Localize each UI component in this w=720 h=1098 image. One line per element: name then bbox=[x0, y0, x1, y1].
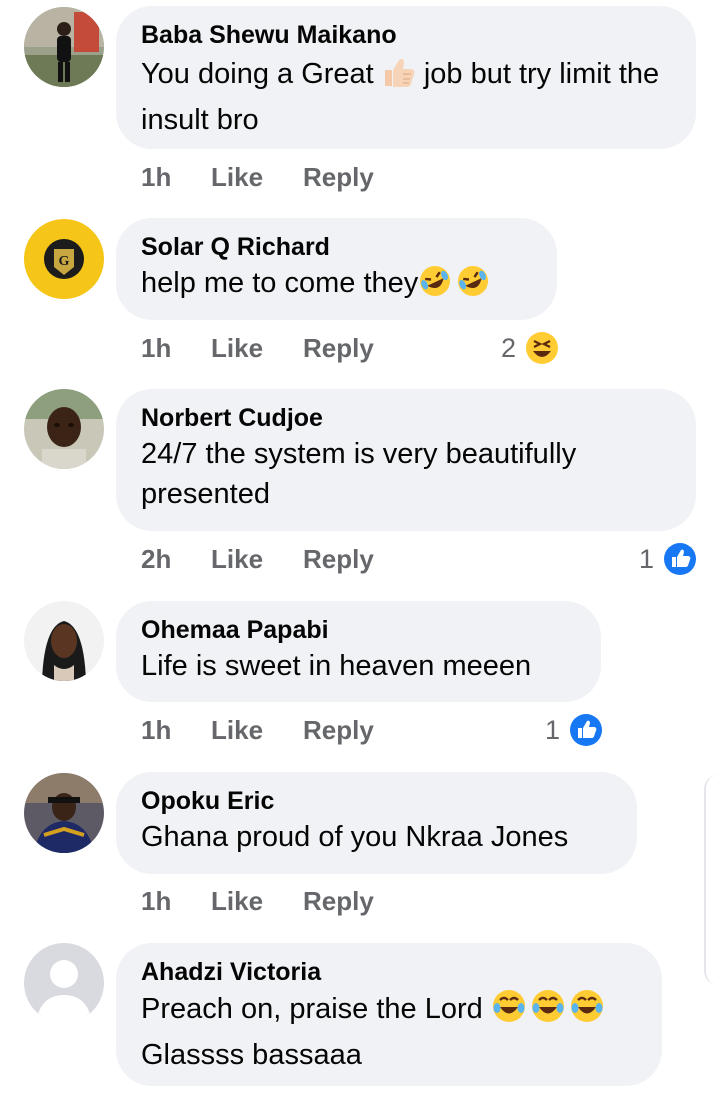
author-name[interactable]: Norbert Cudjoe bbox=[141, 403, 670, 433]
comment-bubble: Opoku Eric Ghana proud of you Nkraa Jone… bbox=[116, 772, 637, 874]
like-thumb-icon bbox=[569, 713, 603, 755]
reply-button[interactable]: Reply bbox=[303, 331, 374, 365]
reply-button[interactable]: Reply bbox=[303, 542, 374, 576]
comment-text: Life is sweet in heaven meeen bbox=[141, 650, 532, 682]
comment-bubble: Solar Q Richard help me to come they bbox=[116, 218, 557, 320]
like-button[interactable]: Like bbox=[211, 884, 263, 918]
avatar[interactable] bbox=[24, 601, 104, 681]
avatar[interactable]: G bbox=[24, 219, 104, 299]
like-thumb-icon bbox=[663, 542, 697, 584]
comment-bubble: Ahadzi Victoria Preach on, praise the Lo… bbox=[116, 943, 662, 1086]
reaction-count: 1 bbox=[545, 715, 561, 745]
like-button[interactable]: Like bbox=[211, 331, 263, 365]
reaction-summary[interactable]: 1 bbox=[545, 713, 607, 747]
rofl-emoji-icon bbox=[418, 264, 494, 309]
avatar[interactable] bbox=[24, 7, 104, 87]
reaction-count: 2 bbox=[501, 333, 517, 363]
comment-line: Preach on, praise the Lord bbox=[141, 988, 636, 1035]
timestamp[interactable]: 2h bbox=[141, 542, 171, 576]
comment-text: Preach on, praise the Lord Glassss bassa… bbox=[141, 988, 636, 1075]
reply-button[interactable]: Reply bbox=[303, 713, 374, 747]
comment-text: Ghana proud of you Nkraa Jones bbox=[141, 821, 569, 853]
avatar[interactable] bbox=[24, 773, 104, 853]
timestamp[interactable]: 1h bbox=[141, 331, 171, 365]
like-button[interactable]: Like bbox=[211, 160, 263, 194]
comment-text: help me to come they bbox=[141, 263, 531, 309]
laughing-squint-icon bbox=[525, 331, 559, 373]
thumbs-up-emoji-icon bbox=[382, 55, 416, 100]
comment-text: You doing a Great job but try limit the … bbox=[141, 54, 670, 140]
svg-text:G: G bbox=[59, 254, 70, 269]
comment-line: Glassss bassaaa bbox=[141, 1039, 362, 1071]
side-panel-edge bbox=[704, 775, 720, 985]
timestamp[interactable]: 1h bbox=[141, 884, 171, 918]
reply-button[interactable]: Reply bbox=[303, 160, 374, 194]
reaction-summary[interactable]: 2 bbox=[501, 331, 561, 365]
reply-button[interactable]: Reply bbox=[303, 884, 374, 918]
author-name[interactable]: Baba Shewu Maikano bbox=[141, 20, 670, 50]
author-name[interactable]: Solar Q Richard bbox=[141, 232, 531, 262]
reaction-summary[interactable]: 1 bbox=[639, 542, 701, 576]
comment-bubble: Norbert Cudjoe 24/7 the system is very b… bbox=[116, 389, 696, 531]
avatar[interactable] bbox=[24, 943, 104, 1023]
timestamp[interactable]: 1h bbox=[141, 160, 171, 194]
author-name[interactable]: Opoku Eric bbox=[141, 786, 611, 816]
reaction-count: 1 bbox=[639, 544, 655, 574]
comment-text: 24/7 the system is very beautifully pres… bbox=[141, 438, 577, 510]
comment-bubble: Ohemaa Papabi Life is sweet in heaven me… bbox=[116, 601, 601, 702]
comment-bubble: Baba Shewu Maikano You doing a Great job… bbox=[116, 6, 696, 149]
like-button[interactable]: Like bbox=[211, 713, 263, 747]
author-name[interactable]: Ohemaa Papabi bbox=[141, 615, 575, 645]
avatar[interactable] bbox=[24, 389, 104, 469]
tears-of-joy-emoji-icon bbox=[491, 988, 611, 1035]
like-button[interactable]: Like bbox=[211, 542, 263, 576]
timestamp[interactable]: 1h bbox=[141, 713, 171, 747]
author-name[interactable]: Ahadzi Victoria bbox=[141, 957, 636, 987]
